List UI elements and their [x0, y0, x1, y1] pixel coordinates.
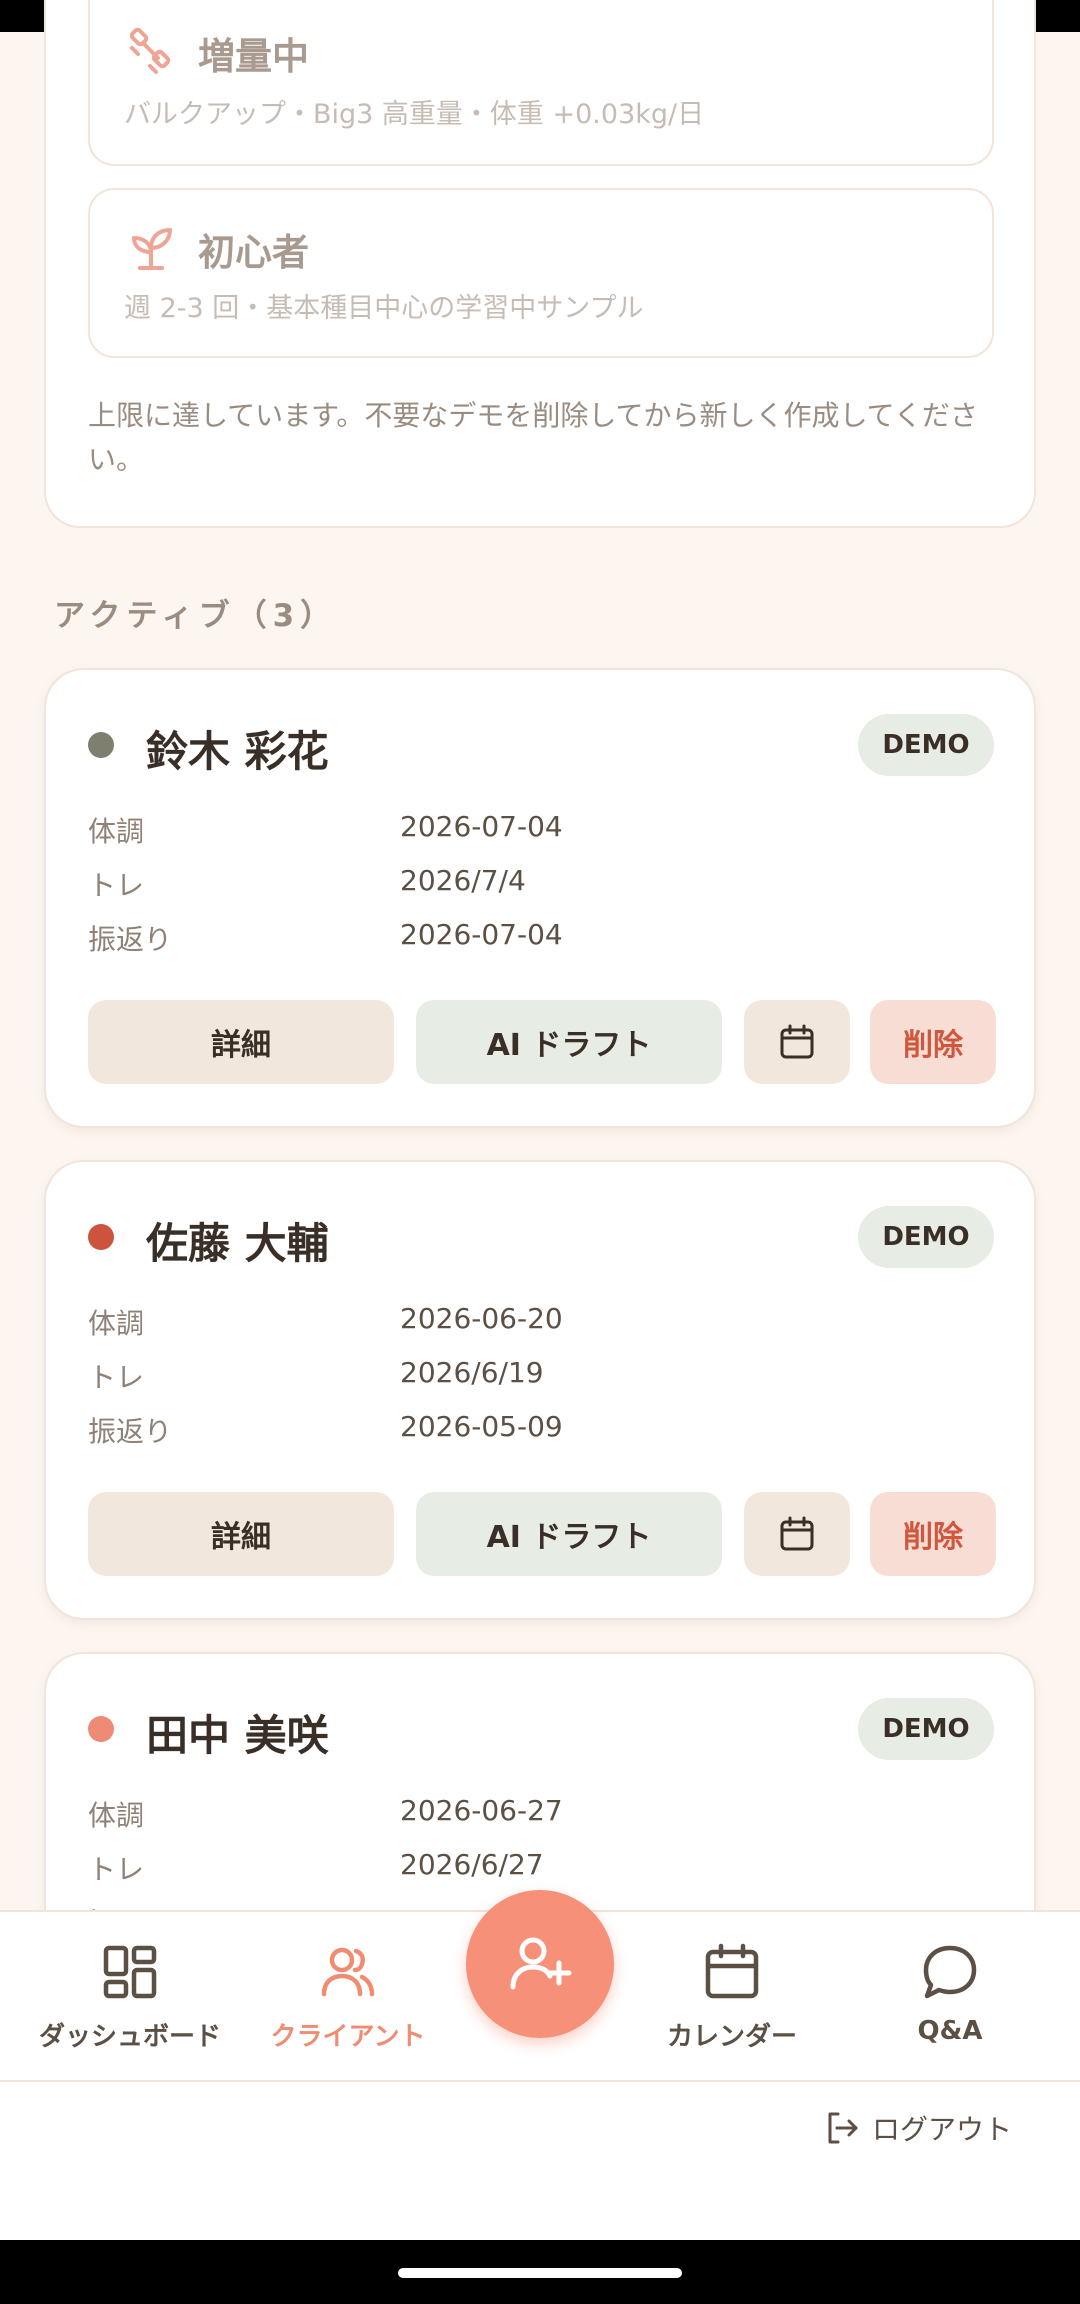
limit-note: 上限に達しています。不要なデモを削除してから新しく作成してください。 [88, 399, 978, 476]
calendar-icon [780, 1024, 814, 1059]
nav-label: Q&A [917, 2016, 983, 2046]
review-date: 2026-05-09 [400, 1410, 563, 1443]
review-date: 2026-07-04 [400, 918, 563, 951]
calendar-button[interactable] [744, 1000, 850, 1084]
calendar-icon [705, 1943, 759, 1999]
delete-button[interactable]: 削除 [870, 1492, 996, 1576]
training-label: トレ [88, 1853, 145, 1886]
client-name: 鈴木 彩花 [146, 727, 329, 776]
demo-badge: DEMO [858, 1698, 994, 1760]
condition-label: 体調 [88, 815, 145, 848]
client-card: 佐藤 大輔 DEMO 体調 2026-06-20 トレ 2026/6/19 振返… [44, 1160, 1036, 1620]
delete-button[interactable]: 削除 [870, 1000, 996, 1084]
logout-button[interactable]: ログアウト [824, 2106, 1012, 2150]
condition-label: 体調 [88, 1799, 145, 1832]
calendar-icon [780, 1516, 814, 1551]
training-label: トレ [88, 869, 145, 902]
condition-date: 2026-07-04 [400, 810, 563, 843]
review-label: 振返り [88, 1415, 173, 1448]
nav-qa[interactable]: Q&A [850, 1912, 1050, 2082]
chat-bubble-icon [923, 1945, 977, 1999]
template-option-beginner[interactable]: 初心者 週 2-3 回・基本種目中心の学習中サンプル [88, 188, 994, 358]
training-date: 2026/6/27 [400, 1848, 544, 1881]
users-icon [321, 1947, 375, 1997]
sprout-icon [132, 228, 172, 270]
nav-clients[interactable]: クライアント [248, 1912, 448, 2082]
nav-calendar[interactable]: カレンダー [632, 1912, 832, 2082]
footer-area [0, 2080, 1080, 2240]
add-client-button[interactable] [466, 1890, 614, 2038]
client-name: 田中 美咲 [146, 1711, 329, 1760]
template-title: 初心者 [198, 231, 309, 274]
demo-badge: DEMO [858, 714, 994, 776]
client-card: 鈴木 彩花 DEMO 体調 2026-07-04 トレ 2026/7/4 振返り… [44, 668, 1036, 1128]
status-dot [88, 1224, 114, 1250]
nav-dashboard[interactable]: ダッシュボード [30, 1912, 230, 2082]
training-date: 2026/7/4 [400, 864, 526, 897]
ai-draft-button[interactable]: AI ドラフト [416, 1492, 722, 1576]
ai-draft-button[interactable]: AI ドラフト [416, 1000, 722, 1084]
demo-template-card: 増量中 バルクアップ・Big3 高重量・体重 +0.03kg/日 初心者 週 2… [44, 0, 1036, 528]
training-date: 2026/6/19 [400, 1356, 544, 1389]
detail-button[interactable]: 詳細 [88, 1492, 394, 1576]
template-option-bulk[interactable]: 増量中 バルクアップ・Big3 高重量・体重 +0.03kg/日 [88, 0, 994, 166]
template-title: 増量中 [198, 35, 309, 78]
home-indicator[interactable] [398, 2268, 682, 2278]
user-plus-icon [510, 1937, 572, 1990]
status-dot [88, 732, 114, 758]
condition-date: 2026-06-20 [400, 1302, 563, 1335]
review-label: 振返り [88, 923, 173, 956]
demo-badge: DEMO [858, 1206, 994, 1268]
dashboard-icon [103, 1945, 157, 1999]
status-dot [88, 1716, 114, 1742]
logout-label: ログアウト [872, 2113, 1013, 2146]
dumbbell-icon [129, 27, 171, 74]
condition-label: 体調 [88, 1307, 145, 1340]
template-subtitle: バルクアップ・Big3 高重量・体重 +0.03kg/日 [124, 99, 705, 130]
detail-button[interactable]: 詳細 [88, 1000, 394, 1084]
nav-label: ダッシュボード [38, 2022, 221, 2052]
condition-date: 2026-06-27 [400, 1794, 563, 1827]
template-subtitle: 週 2-3 回・基本種目中心の学習中サンプル [124, 293, 644, 324]
calendar-button[interactable] [744, 1492, 850, 1576]
logout-icon [828, 2112, 858, 2144]
active-section-heading: アクティブ（3） [54, 598, 338, 634]
client-name: 佐藤 大輔 [146, 1219, 329, 1268]
nav-label: クライアント [270, 2022, 426, 2052]
training-label: トレ [88, 1361, 145, 1394]
nav-label: カレンダー [666, 2022, 797, 2052]
